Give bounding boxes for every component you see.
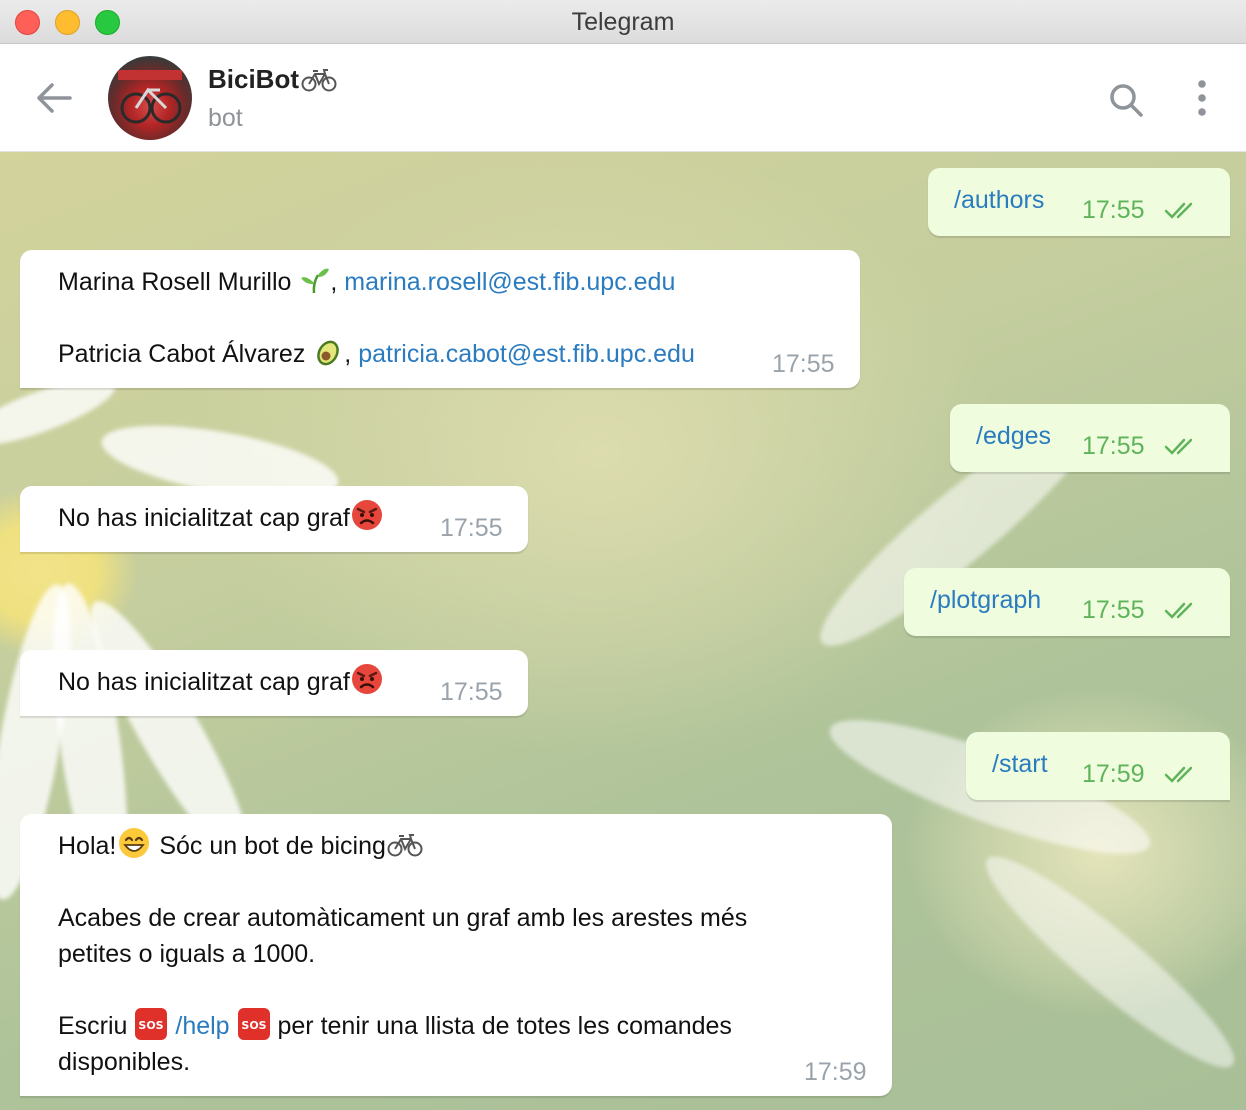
more-options-icon[interactable]	[1190, 78, 1214, 118]
bicycle-icon	[301, 68, 337, 91]
angry-face-icon	[351, 500, 382, 531]
chat-name-text: BiciBot	[208, 64, 299, 94]
read-checkmarks-icon	[1164, 766, 1193, 783]
author-line: Patricia Cabot Álvarez , patricia.cabot@…	[58, 340, 695, 369]
read-checkmarks-icon	[1164, 602, 1193, 619]
back-arrow-icon[interactable]	[34, 80, 74, 116]
outgoing-message[interactable]: /authors 17:55	[928, 168, 1230, 236]
incoming-message[interactable]: No has inicialitzat cap graf 17:55	[20, 650, 528, 716]
svg-text:SOS: SOS	[241, 1019, 266, 1032]
bicycle-icon	[387, 834, 423, 857]
command-text[interactable]: /start	[992, 750, 1048, 779]
chat-name[interactable]: BiciBot	[208, 64, 337, 95]
email-link[interactable]: marina.rosell@est.fib.upc.edu	[344, 268, 675, 296]
message-body: No has inicialitzat cap graf	[58, 668, 350, 696]
chat-subtitle: bot	[208, 104, 243, 132]
window-title: Telegram	[571, 8, 675, 36]
help-command-link[interactable]: /help	[175, 1012, 229, 1040]
message-time: 17:59	[1082, 760, 1145, 788]
greeting-line: Hola! Sóc un bot de bicing	[58, 828, 424, 861]
greeting-text: Hola!	[58, 832, 117, 860]
email-link[interactable]: patricia.cabot@est.fib.upc.edu	[358, 340, 695, 368]
greeting-text: Sóc un bot de bicing	[159, 832, 386, 860]
window-titlebar: Telegram	[0, 0, 1246, 44]
chat-header: BiciBot bot	[0, 44, 1246, 152]
incoming-message[interactable]: Hola! Sóc un bot de bicing Acabes de cre…	[20, 814, 892, 1096]
message-text: No has inicialitzat cap graf	[58, 664, 384, 697]
read-checkmarks-icon	[1164, 202, 1193, 219]
author-name: Marina Rosell Murillo	[58, 268, 292, 296]
message-paragraph: petites o iguals a 1000.	[58, 940, 316, 968]
grinning-face-icon	[119, 828, 150, 859]
author-name: Patricia Cabot Álvarez	[58, 340, 306, 368]
angry-face-icon	[351, 664, 382, 695]
sos-icon: SOS	[237, 1008, 270, 1041]
message-text: No has inicialitzat cap graf	[58, 500, 384, 533]
message-time: 17:59	[804, 1058, 867, 1086]
separator: ,	[344, 340, 352, 368]
incoming-message[interactable]: No has inicialitzat cap graf 17:55	[20, 486, 528, 552]
message-body: No has inicialitzat cap graf	[58, 504, 350, 532]
outgoing-message[interactable]: /plotgraph 17:55	[904, 568, 1230, 636]
outgoing-message[interactable]: /start 17:59	[966, 732, 1230, 800]
message-time: 17:55	[1082, 432, 1145, 460]
read-checkmarks-icon	[1164, 438, 1193, 455]
command-text[interactable]: /plotgraph	[930, 586, 1041, 615]
sos-icon: SOS	[135, 1008, 168, 1041]
message-paragraph: disponibles.	[58, 1048, 191, 1076]
incoming-message[interactable]: Marina Rosell Murillo , marina.rosell@es…	[20, 250, 860, 388]
command-text[interactable]: /authors	[954, 186, 1044, 215]
background-petal	[968, 836, 1246, 1088]
search-icon[interactable]	[1106, 80, 1146, 120]
outgoing-message[interactable]: /edges 17:55	[950, 404, 1230, 472]
command-text[interactable]: /edges	[976, 422, 1051, 451]
message-paragraph: Acabes de crear automàticament un graf a…	[58, 904, 748, 932]
message-time: 17:55	[1082, 196, 1145, 224]
message-time: 17:55	[440, 514, 503, 542]
svg-text:SOS: SOS	[139, 1019, 164, 1032]
bot-avatar[interactable]	[108, 56, 192, 140]
message-time: 17:55	[440, 678, 503, 706]
message-time: 17:55	[772, 350, 835, 378]
avocado-icon	[317, 341, 340, 366]
help-text: per tenir una llista de totes les comand…	[277, 1012, 732, 1040]
separator: ,	[330, 268, 338, 296]
author-line: Marina Rosell Murillo , marina.rosell@es…	[58, 268, 675, 297]
seedling-icon	[301, 268, 330, 294]
help-line: Escriu SOS /help SOS per tenir una llist…	[58, 1008, 732, 1041]
message-time: 17:55	[1082, 596, 1145, 624]
help-text: Escriu	[58, 1012, 128, 1040]
